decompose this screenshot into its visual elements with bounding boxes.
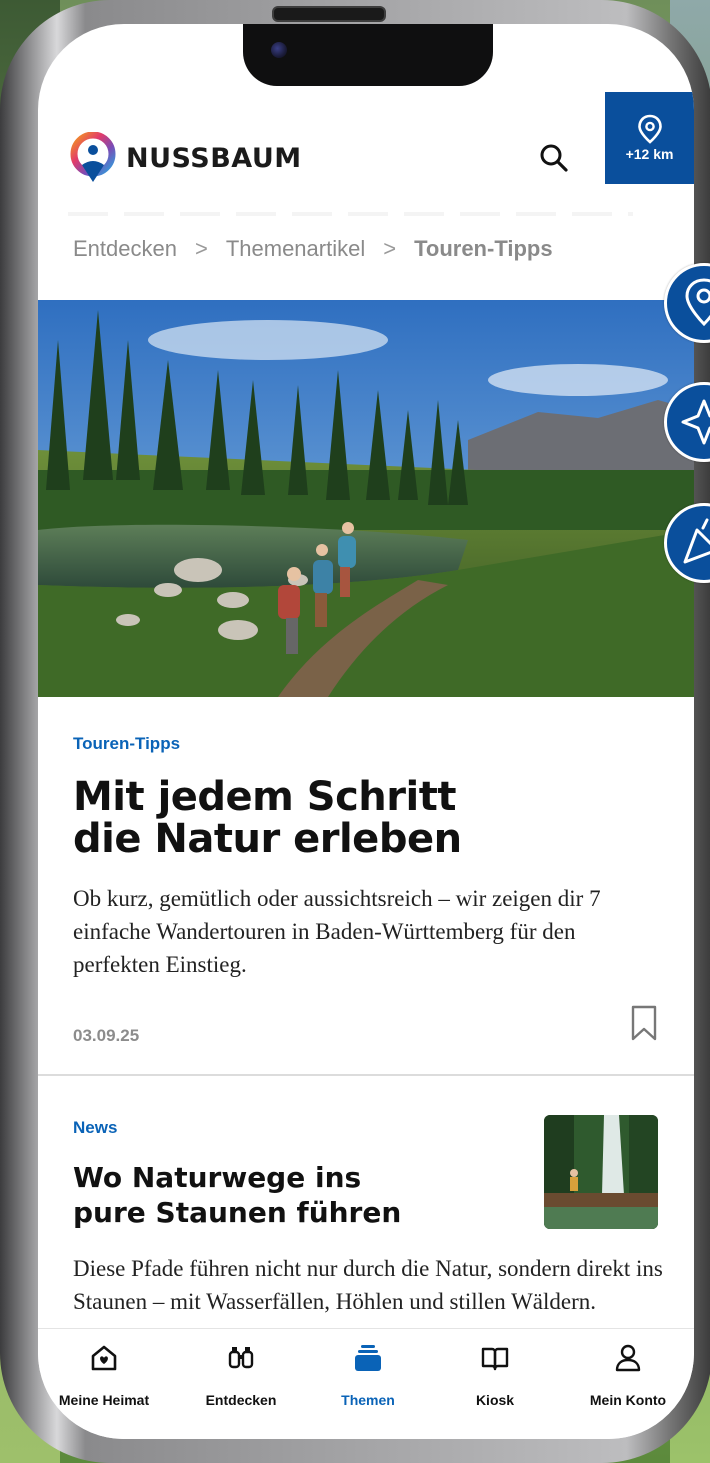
bookmark-icon[interactable] bbox=[629, 1004, 659, 1042]
phone-frame: NUSSBAUM +12 km Entdecken > Themenartike… bbox=[0, 0, 710, 1463]
nav-item-mein-konto[interactable]: Mein Konto bbox=[568, 1343, 688, 1408]
article-teaser: Ob kurz, gemütlich oder aussichtsreich –… bbox=[73, 886, 601, 977]
side-button-events[interactable] bbox=[664, 503, 710, 583]
nav-item-entdecken[interactable]: Entdecken bbox=[181, 1343, 301, 1408]
article-title-line: Mit jedem Schritt bbox=[73, 774, 456, 820]
side-button-location[interactable] bbox=[664, 263, 710, 343]
featured-article[interactable]: Touren-Tipps Mit jedem Schritt die Natur… bbox=[73, 734, 663, 981]
article-title-line: Wo Naturwege ins bbox=[73, 1161, 362, 1194]
nav-item-kiosk[interactable]: Kiosk bbox=[435, 1343, 555, 1408]
phone-notch bbox=[243, 24, 493, 86]
location-radius-button[interactable]: +12 km bbox=[605, 92, 694, 184]
binoculars-icon bbox=[228, 1347, 254, 1369]
stack-icon bbox=[355, 1345, 381, 1371]
sparkle-icon bbox=[681, 399, 710, 445]
person-icon bbox=[615, 1344, 641, 1372]
breadcrumb-item-themenartikel[interactable]: Themenartikel bbox=[226, 236, 365, 262]
nav-label: Themen bbox=[341, 1392, 395, 1408]
open-book-icon bbox=[481, 1347, 509, 1371]
nav-label: Entdecken bbox=[205, 1392, 277, 1408]
nav-item-themen[interactable]: Themen bbox=[308, 1343, 428, 1408]
article-thumbnail[interactable] bbox=[544, 1115, 658, 1229]
brand-logo[interactable]: NUSSBAUM bbox=[68, 132, 302, 184]
home-heart-icon bbox=[91, 1345, 117, 1371]
article-meta: 03.09.25 bbox=[73, 1005, 663, 1062]
breadcrumb-separator: > bbox=[383, 236, 397, 261]
hiking-landscape-image bbox=[38, 300, 694, 697]
article-teaser: Diese Pfade führen nicht nur durch die N… bbox=[73, 1256, 663, 1314]
location-pin-icon bbox=[685, 278, 710, 327]
location-pin-icon bbox=[637, 114, 662, 144]
search-icon[interactable] bbox=[538, 142, 570, 174]
article-title-line: die Natur erleben bbox=[73, 816, 462, 862]
breadcrumb: Entdecken > Themenartikel > Touren-Tipps bbox=[73, 236, 553, 262]
location-radius-label: +12 km bbox=[625, 146, 674, 162]
bottom-navigation: Meine Heimat Entdecken Themen Kiosk Mein… bbox=[38, 1328, 694, 1439]
nav-label: Kiosk bbox=[475, 1392, 515, 1408]
brand-name: NUSSBAUM bbox=[126, 142, 302, 174]
phone-speaker bbox=[272, 6, 386, 22]
article-date: 03.09.25 bbox=[73, 1026, 140, 1045]
article-title: Wo Naturwege ins pure Staunen führen bbox=[73, 1160, 403, 1230]
article-category[interactable]: Touren-Tipps bbox=[73, 734, 663, 754]
front-camera bbox=[271, 42, 287, 58]
header-shadow bbox=[68, 212, 633, 216]
article-title-line: pure Staunen führen bbox=[73, 1196, 402, 1229]
phone-screen: NUSSBAUM +12 km Entdecken > Themenartike… bbox=[38, 24, 694, 1439]
nav-label: Mein Konto bbox=[589, 1392, 667, 1408]
hero-image[interactable] bbox=[38, 300, 694, 697]
article-title: Mit jedem Schritt die Natur erleben bbox=[73, 776, 663, 860]
breadcrumb-item-entdecken[interactable]: Entdecken bbox=[73, 236, 177, 262]
app-header: NUSSBAUM +12 km bbox=[38, 84, 694, 212]
section-divider bbox=[38, 1074, 694, 1076]
party-popper-icon bbox=[683, 518, 710, 564]
nav-label: Meine Heimat bbox=[58, 1392, 150, 1408]
waterfall-thumbnail-image bbox=[544, 1115, 658, 1229]
breadcrumb-separator: > bbox=[194, 236, 208, 261]
breadcrumb-current: Touren-Tipps bbox=[414, 236, 553, 261]
side-button-highlights[interactable] bbox=[664, 382, 710, 462]
nav-item-meine-heimat[interactable]: Meine Heimat bbox=[44, 1343, 164, 1408]
logo-pin-icon bbox=[70, 132, 116, 182]
